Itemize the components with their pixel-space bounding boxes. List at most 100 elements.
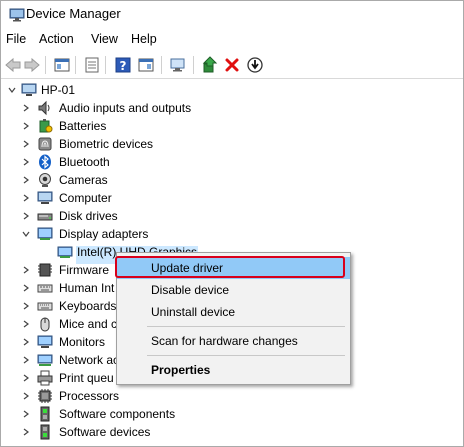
menu-bar: File Action View Help (1, 29, 463, 51)
chevron-right-icon[interactable] (21, 103, 31, 113)
tree-item-label: Keyboards (59, 299, 117, 313)
chevron-right-icon[interactable] (21, 391, 31, 401)
fingerprint-icon (38, 137, 52, 151)
webcam-icon (39, 173, 51, 187)
menu-item-label: Uninstall device (151, 305, 236, 319)
tree-item-print-queues[interactable]: Print queu (1, 369, 121, 387)
tree-item-computer[interactable]: Computer (1, 189, 301, 207)
tree-item-label: Biometric devices (59, 137, 154, 151)
download-circle-icon[interactable] (246, 56, 264, 74)
toolbar-separator (75, 56, 76, 74)
tree-item-software-devices[interactable]: Software devices (1, 423, 301, 441)
toolbar-separator (105, 56, 106, 74)
toolbar-separator (161, 56, 162, 74)
tree-item-biometric[interactable]: Biometric devices (1, 135, 301, 153)
chevron-right-icon[interactable] (21, 427, 31, 437)
tree-item-monitors[interactable]: Monitors (1, 333, 121, 351)
toolbar-separator (45, 56, 46, 74)
menu-separator (147, 355, 345, 356)
tree-item-mice[interactable]: Mice and c (1, 315, 121, 333)
chevron-right-icon[interactable] (21, 319, 31, 329)
menu-item-label: Scan for hardware changes (151, 334, 298, 348)
update-driver-icon[interactable] (201, 56, 219, 74)
context-menu-properties[interactable]: Properties (117, 359, 350, 381)
tree-item-disk-drives[interactable]: Disk drives (1, 207, 301, 225)
tree-item-label: Monitors (59, 335, 106, 349)
mouse-icon (40, 317, 50, 332)
chevron-down-icon[interactable] (21, 229, 31, 239)
properties-sheet-icon[interactable] (83, 56, 101, 74)
display-adapter-icon (37, 227, 53, 240)
chevron-right-icon[interactable] (21, 157, 31, 167)
chip-icon (38, 263, 52, 277)
context-menu-uninstall-device[interactable]: Uninstall device (117, 301, 350, 323)
action-pane-icon[interactable] (137, 56, 155, 74)
computer-icon (21, 83, 37, 96)
chevron-right-icon[interactable] (21, 337, 31, 347)
menu-file[interactable]: File (6, 32, 26, 46)
tree-item-label: Batteries (59, 119, 107, 133)
tree-item-label: Bluetooth (59, 155, 110, 169)
monitor-icon (37, 191, 53, 204)
tree-item-cameras[interactable]: Cameras (1, 171, 301, 189)
processor-icon (38, 389, 52, 403)
tree-item-label: Display adapters (59, 227, 149, 241)
toolbar-separator (193, 56, 194, 74)
software-device-icon (40, 424, 50, 440)
chevron-right-icon[interactable] (21, 211, 31, 221)
menu-view[interactable]: View (91, 32, 118, 46)
tree-item-label: Network ac (59, 353, 120, 367)
menu-separator (147, 326, 345, 327)
hid-keyboard-icon (37, 284, 53, 293)
tree-item-label: Software devices (59, 425, 151, 439)
tree-item-label: Disk drives (59, 209, 118, 223)
back-arrow-icon[interactable] (4, 56, 22, 74)
menu-item-label: Properties (151, 363, 211, 377)
chevron-right-icon[interactable] (21, 193, 31, 203)
chevron-right-icon[interactable] (21, 283, 31, 293)
chevron-right-icon[interactable] (21, 409, 31, 419)
help-icon[interactable]: ? (114, 56, 132, 74)
software-component-icon (40, 406, 50, 422)
chevron-down-icon[interactable] (7, 85, 17, 95)
context-menu-update-driver[interactable]: Update driver (115, 256, 350, 279)
tree-item-audio[interactable]: Audio inputs and outputs (1, 99, 301, 117)
scan-hardware-icon[interactable] (169, 56, 187, 74)
context-menu-scan-hardware[interactable]: Scan for hardware changes (117, 330, 350, 352)
highlight-callout-box (115, 256, 345, 278)
tree-item-keyboards[interactable]: Keyboards (1, 297, 121, 315)
chevron-right-icon[interactable] (21, 265, 31, 275)
tree-item-network-adapters[interactable]: Network ac (1, 351, 121, 369)
chevron-right-icon[interactable] (21, 175, 31, 185)
show-hide-console-tree-icon[interactable] (53, 56, 71, 74)
tree-item-batteries[interactable]: Batteries (1, 117, 301, 135)
graphics-card-icon (57, 246, 73, 258)
title-bar: Device Manager (1, 1, 463, 29)
tree-item-label: Print queu (59, 371, 114, 385)
tree-item-bluetooth[interactable]: Bluetooth (1, 153, 301, 171)
menu-action[interactable]: Action (39, 32, 74, 46)
tree-item-label: Firmware (59, 263, 109, 277)
tree-item-display-adapters[interactable]: Display adapters (1, 225, 301, 243)
chevron-right-icon[interactable] (21, 373, 31, 383)
tree-item-label: Cameras (59, 173, 108, 187)
window-title: Device Manager (26, 6, 121, 21)
context-menu-disable-device[interactable]: Disable device (117, 279, 350, 301)
network-adapter-icon (37, 354, 53, 366)
forward-arrow-icon[interactable] (23, 56, 41, 74)
tree-item-software-components[interactable]: Software components (1, 405, 301, 423)
tree-item-human-interface[interactable]: Human Int (1, 279, 121, 297)
context-menu: Update driver Disable device Uninstall d… (115, 252, 351, 385)
bluetooth-icon (39, 154, 51, 170)
chevron-right-icon[interactable] (21, 355, 31, 365)
tree-item-label: Audio inputs and outputs (59, 101, 192, 115)
tree-root-row[interactable]: HP-01 (1, 81, 301, 99)
chevron-right-icon[interactable] (21, 139, 31, 149)
delete-x-icon[interactable] (223, 56, 241, 74)
chevron-right-icon[interactable] (21, 121, 31, 131)
printer-icon (37, 370, 53, 386)
menu-help[interactable]: Help (131, 32, 157, 46)
chevron-right-icon[interactable] (21, 301, 31, 311)
svg-text:?: ? (120, 59, 127, 73)
tree-item-processors[interactable]: Processors (1, 387, 301, 405)
